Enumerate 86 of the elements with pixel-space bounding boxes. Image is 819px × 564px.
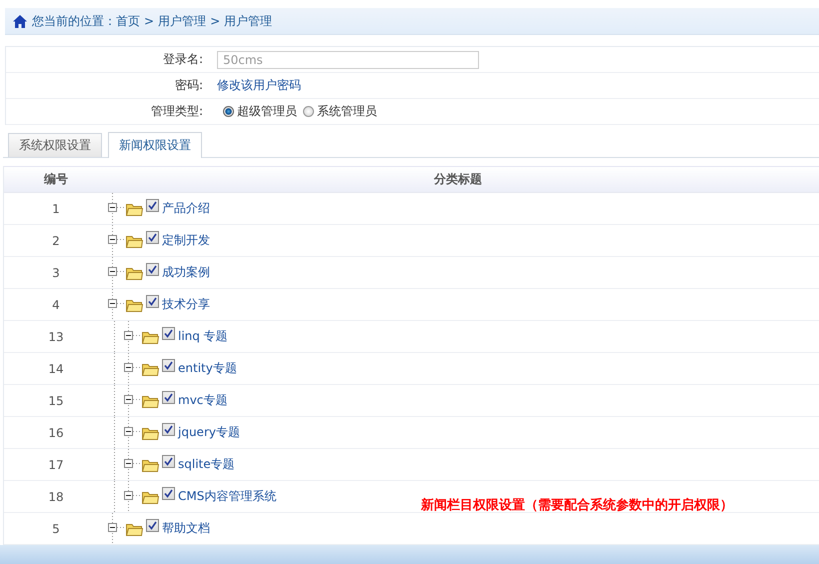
checkbox[interactable] [162,455,175,468]
checkbox[interactable] [146,263,159,276]
folder-icon [142,490,159,504]
checkbox[interactable] [162,487,175,500]
collapse-icon[interactable] [108,225,126,256]
collapse-icon[interactable] [108,513,126,544]
folder-icon [142,330,159,344]
breadcrumb-link[interactable]: 用户管理 [158,12,206,30]
field-label: 管理类型: [150,103,204,120]
breadcrumb-separator: > [210,14,220,28]
radio-button[interactable] [303,106,314,117]
radio-button[interactable] [223,106,234,117]
field-label: 登录名: [162,51,204,68]
table-cell-text: 4 [51,298,61,312]
checkbox[interactable] [146,231,159,244]
checkmark-icon [164,393,173,402]
folder-icon [126,522,143,536]
breadcrumb-link[interactable]: 首页 [116,12,140,30]
field-label: 密码: [174,77,204,94]
category-link[interactable]: 帮助文档 [162,520,210,537]
table-cell-text: 5 [51,522,61,536]
category-link[interactable]: 技术分享 [162,296,210,313]
category-link[interactable]: jquery专题 [178,424,240,441]
checkmark-icon [148,521,157,530]
category-link[interactable]: 成功案例 [162,264,210,281]
checkmark-icon [164,329,173,338]
change-password-link[interactable]: 修改该用户密码 [217,77,301,94]
collapse-icon[interactable] [124,321,142,352]
collapse-icon[interactable] [108,257,126,288]
collapse-icon[interactable] [124,353,142,384]
radio-label[interactable]: 系统管理员 [317,103,377,120]
table-cell-text: 2 [51,234,61,248]
checkmark-icon [164,457,173,466]
collapse-icon[interactable] [108,289,126,320]
category-link[interactable]: CMS内容管理系统 [178,488,276,505]
table-cell-text: 15 [47,394,65,408]
tab[interactable]: 系统权限设置 [8,133,102,157]
folder-icon [142,458,159,472]
category-link[interactable]: linq 专题 [178,328,228,345]
collapse-icon[interactable] [124,481,142,512]
table-cell-text: 3 [51,266,61,280]
folder-icon [142,362,159,376]
folder-icon [142,426,159,440]
tab[interactable]: 新闻权限设置 [108,132,202,158]
checkmark-icon [164,425,173,434]
breadcrumb-link[interactable]: 用户管理 [224,12,272,30]
permission-note: 新闻栏目权限设置（需要配合系统参数中的开启权限） [421,496,733,514]
column-header: 编号 [42,171,69,188]
table-cell-text: 17 [47,458,65,472]
checkmark-icon [164,489,173,498]
home-icon [13,14,27,28]
checkmark-icon [164,361,173,370]
checkmark-icon [148,265,157,274]
checkmark-icon [148,201,157,210]
checkbox[interactable] [162,391,175,404]
table-cell-text: 16 [47,426,65,440]
category-link[interactable]: 定制开发 [162,232,210,249]
table-cell-text: 18 [47,490,65,504]
breadcrumb-label: 您当前的位置： [32,12,116,30]
table-cell-text: 13 [47,330,65,344]
breadcrumb-separator: > [144,14,154,28]
table-cell-text: 14 [47,362,65,376]
folder-icon [126,202,143,216]
folder-icon [126,298,143,312]
table-cell-text: 1 [51,202,61,216]
collapse-icon[interactable] [124,417,142,448]
checkmark-icon [148,233,157,242]
collapse-icon[interactable] [124,449,142,480]
category-link[interactable]: entity专题 [178,360,237,377]
category-link[interactable]: mvc专题 [178,392,228,409]
collapse-icon[interactable] [124,385,142,416]
checkmark-icon [148,297,157,306]
checkbox[interactable] [146,295,159,308]
column-header: 分类标题 [432,171,483,188]
checkbox[interactable] [162,359,175,372]
collapse-icon[interactable] [108,193,126,224]
checkbox[interactable] [146,199,159,212]
checkbox[interactable] [162,423,175,436]
checkbox[interactable] [146,519,159,532]
category-link[interactable]: 产品介绍 [162,200,210,217]
radio-label[interactable]: 超级管理员 [237,103,297,120]
folder-icon [142,394,159,408]
category-link[interactable]: sqlite专题 [178,456,235,473]
checkbox[interactable] [162,327,175,340]
folder-icon [126,266,143,280]
folder-icon [126,234,143,248]
